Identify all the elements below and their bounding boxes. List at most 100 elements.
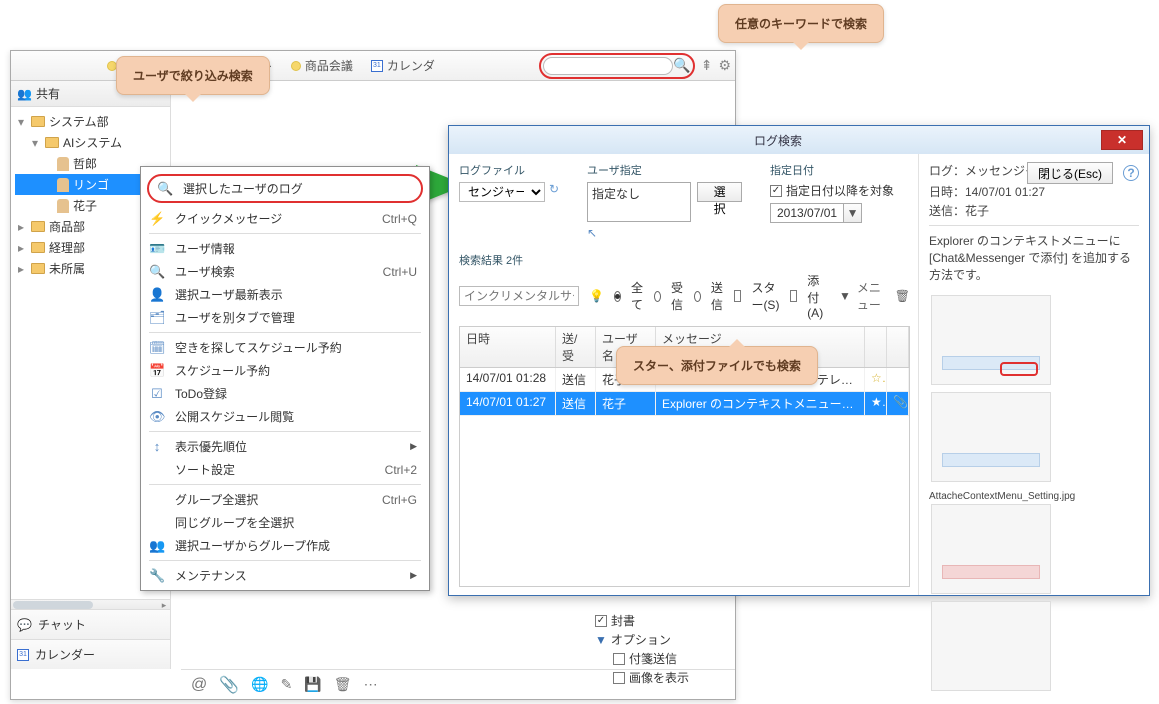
close-button[interactable]: ✕	[1101, 130, 1143, 150]
cell-star[interactable]: ☆	[865, 368, 887, 391]
arrow-up-icon[interactable]: ⇞	[701, 57, 713, 74]
cm-public-schedule[interactable]: 👁公開スケジュール閲覧	[141, 405, 429, 428]
cm-group-select-all[interactable]: グループ全選択Ctrl+G	[141, 488, 429, 511]
cm-schedule-find[interactable]: 🗓空きを探してスケジュール予約	[141, 336, 429, 359]
detail-separator	[929, 225, 1139, 226]
menu-right[interactable]: ▼メニュー🗑	[839, 279, 910, 313]
folder-icon	[31, 263, 45, 274]
cm-todo-register[interactable]: ☑ToDo登録	[141, 382, 429, 405]
cm-group-select-all-sc: Ctrl+G	[382, 493, 417, 507]
radio-recv[interactable]	[654, 291, 661, 302]
search-icon[interactable]: 🔍	[673, 57, 690, 74]
log-file-select[interactable]: センジャー	[459, 182, 545, 202]
chk-attach[interactable]	[790, 290, 797, 302]
trash-icon[interactable]: 🗑	[334, 676, 352, 693]
cm-manage-user-tab-label: ユーザを別タブで管理	[175, 309, 417, 326]
date-checkbox-row[interactable]: ✓指定日付以降を対象	[770, 182, 910, 199]
help-icon[interactable]: ?	[1123, 165, 1139, 181]
radio-all[interactable]	[614, 291, 621, 302]
chevron-right-icon: ▶	[410, 441, 417, 452]
date-value[interactable]: 2013/07/01	[770, 203, 844, 223]
tree-toggle-icon[interactable]: ▸	[15, 241, 27, 255]
tab-product[interactable]: 商品会議	[283, 54, 361, 77]
thumbnail-image[interactable]	[931, 504, 1051, 594]
opt-sealed[interactable]: ✓ 封書	[595, 611, 735, 630]
opt-attach-send[interactable]: 付箋送信	[595, 649, 735, 668]
lbl-send: 送信	[711, 279, 724, 313]
scroll-thumb[interactable]	[13, 601, 93, 609]
bulb-icon[interactable]: 💡	[589, 289, 604, 303]
select-button[interactable]: 選択	[697, 182, 742, 202]
tab-calendar[interactable]: カレンダ	[363, 54, 443, 77]
at-icon[interactable]: @	[191, 676, 207, 694]
cm-selected-user-latest[interactable]: 👤選択ユーザ最新表示	[141, 283, 429, 306]
folder-icon	[31, 116, 45, 127]
thumbnail-image[interactable]	[931, 392, 1051, 482]
opt-attach-send-label: 付箋送信	[629, 650, 677, 667]
tree-toggle-icon[interactable]: ▾	[15, 115, 27, 129]
radio-send[interactable]	[694, 291, 701, 302]
cell-clip[interactable]: 📎	[887, 392, 909, 415]
callout-user-filter: ユーザで絞り込み検索	[116, 56, 270, 95]
clip-icon[interactable]: 📎	[219, 675, 239, 695]
folder-icon	[31, 221, 45, 232]
tree-system[interactable]: ▾システム部	[15, 111, 168, 132]
sidebar-chat[interactable]: 💬チャット	[11, 609, 170, 639]
cm-same-group-select[interactable]: 同じグループを全選択	[141, 511, 429, 534]
refresh-icon[interactable]: ↻	[549, 182, 559, 202]
context-menu: 🔍選択したユーザのログ ⚡クイックメッセージCtrl+Q 🪪ユーザ情報 🔍ユーザ…	[140, 166, 430, 591]
tree-toggle-icon[interactable]: ▾	[29, 136, 41, 150]
col-date[interactable]: 日時	[460, 327, 556, 367]
cm-schedule-reserve[interactable]: 📅スケジュール予約	[141, 359, 429, 382]
log-titlebar[interactable]: ログ検索 ✕	[449, 126, 1149, 154]
incremental-search[interactable]	[459, 286, 579, 306]
chk-star[interactable]	[734, 290, 741, 302]
thumbnail-image[interactable]	[931, 601, 1051, 691]
opt-options[interactable]: ▼オプション	[595, 630, 735, 649]
cm-maintenance[interactable]: 🔧メンテナンス▶	[141, 564, 429, 587]
edit-icon[interactable]: ✎	[281, 676, 293, 693]
close-esc-button[interactable]: 閉じる(Esc)	[1027, 162, 1113, 184]
cm-user-search[interactable]: 🔍ユーザ検索Ctrl+U	[141, 260, 429, 283]
user-spec-box[interactable]: 指定なし	[587, 182, 691, 222]
thumbnail-image[interactable]	[931, 295, 1051, 385]
date-dropdown-button[interactable]: ▼	[844, 203, 862, 223]
cm-user-search-sc: Ctrl+U	[383, 265, 417, 279]
cm-manage-user-tab[interactable]: 🗂ユーザを別タブで管理	[141, 306, 429, 329]
more-icon[interactable]: ⋯	[364, 676, 378, 693]
tree-user-hanako-label: 花子	[73, 197, 97, 214]
save-icon[interactable]: 💾	[304, 676, 321, 693]
cm-sort-settings[interactable]: ソート設定Ctrl+2	[141, 458, 429, 481]
scroll-right-icon[interactable]: ▸	[158, 600, 170, 610]
col-sr[interactable]: 送/受	[556, 327, 596, 367]
checkbox-icon[interactable]	[613, 653, 625, 665]
table-row[interactable]: 14/07/01 01:27 送信 花子 Explorer のコンテキストメニュ…	[460, 392, 909, 416]
trash-icon[interactable]: 🗑	[895, 289, 910, 303]
detail-datetime: 日時：14/07/01 01:27	[929, 183, 1139, 200]
cell-clip[interactable]	[887, 368, 909, 391]
cm-quick-message[interactable]: ⚡クイックメッセージCtrl+Q	[141, 207, 429, 230]
cm-user-info[interactable]: 🪪ユーザ情報	[141, 237, 429, 260]
tree-toggle-icon[interactable]: ▸	[15, 262, 27, 276]
sidebar-calendar[interactable]: カレンダー	[11, 639, 170, 669]
sidebar-header-label: 共有	[36, 85, 60, 102]
radio-group: 全て 受信 送信 スター(S) 添付(A)	[614, 272, 829, 320]
cm-display-priority[interactable]: ↕表示優先順位▶	[141, 435, 429, 458]
cm-create-group[interactable]: 👥選択ユーザからグループ作成	[141, 534, 429, 557]
checkbox-icon[interactable]: ✓	[770, 185, 782, 197]
checkbox-icon[interactable]: ✓	[595, 615, 607, 627]
tree-user-ringo-label: リンゴ	[73, 176, 109, 193]
cursor-icon: ↖	[587, 226, 742, 240]
cm-selected-user-log[interactable]: 🔍選択したユーザのログ	[147, 174, 423, 203]
date-dropdown[interactable]: 2013/07/01 ▼	[770, 203, 910, 223]
sidebar-scrollbar[interactable]: ◂▸	[11, 599, 170, 609]
cell-star[interactable]: ★	[865, 392, 887, 415]
search-input[interactable]	[543, 57, 673, 75]
tree-ai-system[interactable]: ▾AIシステム	[15, 132, 168, 153]
gear-icon[interactable]: ⚙	[718, 57, 731, 74]
cm-separator	[149, 233, 421, 234]
detail-sender: 送信：花子	[929, 202, 1139, 219]
opt-sealed-label: 封書	[611, 612, 635, 629]
tree-toggle-icon[interactable]: ▸	[15, 220, 27, 234]
globe-icon[interactable]: 🌐	[251, 676, 268, 693]
